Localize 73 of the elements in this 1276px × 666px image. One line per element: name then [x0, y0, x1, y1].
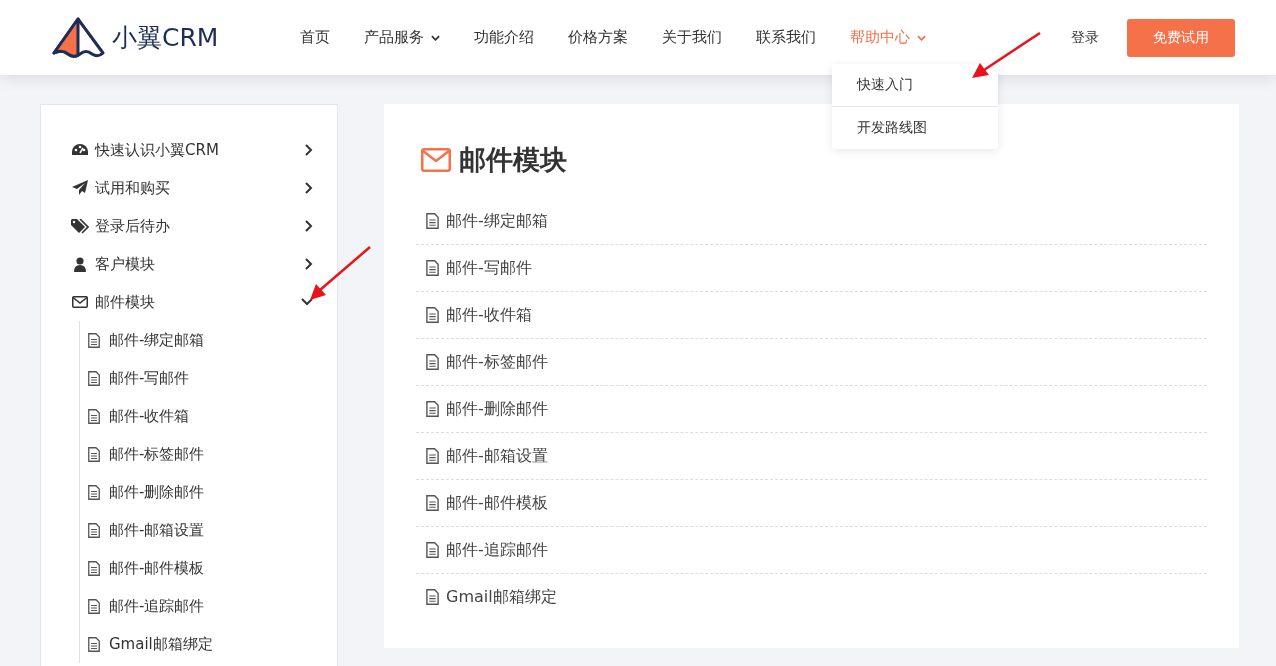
nav-link[interactable]: 产品服务 — [364, 28, 440, 47]
annotation-arrow — [308, 246, 372, 302]
article-link[interactable]: 邮件-收件箱 — [446, 304, 532, 326]
article-link[interactable]: 邮件-删除邮件 — [446, 398, 548, 420]
dropdown-item[interactable]: 快速入门 — [832, 64, 998, 106]
sidebar-item-label: 试用和购买 — [95, 178, 171, 198]
document-icon — [88, 332, 100, 348]
document-icon — [426, 307, 439, 323]
sidebar-subitem[interactable]: 邮件-邮箱设置 — [88, 511, 317, 549]
nav-link[interactable]: 价格方案 — [568, 28, 628, 47]
sidebar-subitem-label: 邮件-绑定邮箱 — [109, 330, 205, 350]
article-link[interactable]: 邮件-绑定邮箱 — [446, 210, 548, 232]
document-icon — [426, 448, 439, 464]
sidebar-subitem[interactable]: 邮件-追踪邮件 — [88, 587, 317, 625]
article-link[interactable]: 邮件-写邮件 — [446, 257, 532, 279]
sidebar-subitem[interactable]: 邮件-绑定邮箱 — [88, 321, 317, 359]
sidebar-item-label: 客户模块 — [95, 254, 156, 274]
sidebar-subitem[interactable]: 邮件-写邮件 — [88, 359, 317, 397]
sidebar-item[interactable]: 试用和购买 — [71, 169, 317, 207]
envelope-icon — [71, 296, 89, 308]
sidebar-subitem[interactable]: 邮件-标签邮件 — [88, 435, 317, 473]
article-link[interactable]: 邮件-邮箱设置 — [446, 445, 548, 467]
sidebar-item[interactable]: 快速认识小翼CRM — [71, 131, 317, 169]
sidebar-subitem-label: Gmail邮箱绑定 — [109, 634, 213, 654]
sidebar-subitem-label: 邮件-邮箱设置 — [109, 520, 205, 540]
document-icon — [426, 589, 439, 605]
sidebar-subitem-label: 邮件-收件箱 — [109, 406, 190, 426]
document-icon — [88, 370, 100, 386]
user-icon — [71, 256, 89, 272]
sidebar-subitem-label: 邮件-写邮件 — [109, 368, 190, 388]
sidebar-subitem-label: 邮件-邮件模板 — [109, 558, 205, 578]
document-icon — [88, 446, 100, 462]
sidebar-subitem[interactable]: 邮件-收件箱 — [88, 397, 317, 435]
article-link[interactable]: Gmail邮箱绑定 — [446, 586, 557, 608]
document-icon — [426, 542, 439, 558]
sidebar-item[interactable]: 登录后待办 — [71, 207, 317, 245]
document-icon — [88, 408, 100, 424]
document-icon — [426, 401, 439, 417]
document-icon — [426, 213, 439, 229]
sidebar-subitem-label: 邮件-追踪邮件 — [109, 596, 205, 616]
document-icon — [88, 522, 100, 538]
nav-link[interactable]: 功能介绍 — [474, 28, 534, 47]
document-icon — [88, 636, 100, 652]
sidebar-item-label: 快速认识小翼CRM — [95, 140, 220, 160]
document-icon — [426, 260, 439, 276]
paper-plane-icon — [71, 180, 89, 196]
nav-link[interactable]: 首页 — [300, 28, 330, 47]
nav-link[interactable]: 关于我们 — [662, 28, 722, 47]
sidebar-subitem[interactable]: 邮件-删除邮件 — [88, 473, 317, 511]
sidebar-subitem[interactable]: Gmail邮箱绑定 — [88, 625, 317, 663]
section-title: 邮件模块 — [459, 143, 567, 177]
sidebar-subitem[interactable]: 邮件-邮件模板 — [88, 549, 317, 587]
gauge-icon — [71, 144, 89, 156]
sidebar-subitem-label: 邮件-删除邮件 — [109, 482, 205, 502]
sidebar-subitem-label: 邮件-标签邮件 — [109, 444, 205, 464]
article-link[interactable]: 邮件-追踪邮件 — [446, 539, 548, 561]
envelope-icon — [421, 148, 451, 172]
login-link[interactable]: 登录 — [1071, 28, 1099, 47]
article-link[interactable]: 邮件-邮件模板 — [446, 492, 548, 514]
sail-logo-icon — [50, 16, 106, 59]
document-icon — [88, 484, 100, 500]
nav-link[interactable]: 联系我们 — [756, 28, 816, 47]
sidebar-item[interactable]: 邮件模块 — [71, 283, 317, 321]
document-icon — [426, 495, 439, 511]
article-link[interactable]: 邮件-标签邮件 — [446, 351, 548, 373]
brand-name[interactable]: 小翼CRM — [112, 21, 219, 54]
document-icon — [426, 354, 439, 370]
sidebar-item[interactable]: 客户模块 — [71, 245, 317, 283]
document-icon — [88, 560, 100, 576]
sidebar-item-label: 登录后待办 — [95, 216, 171, 236]
tags-icon — [71, 218, 89, 234]
document-icon — [88, 598, 100, 614]
sidebar-item-label: 邮件模块 — [95, 292, 156, 312]
